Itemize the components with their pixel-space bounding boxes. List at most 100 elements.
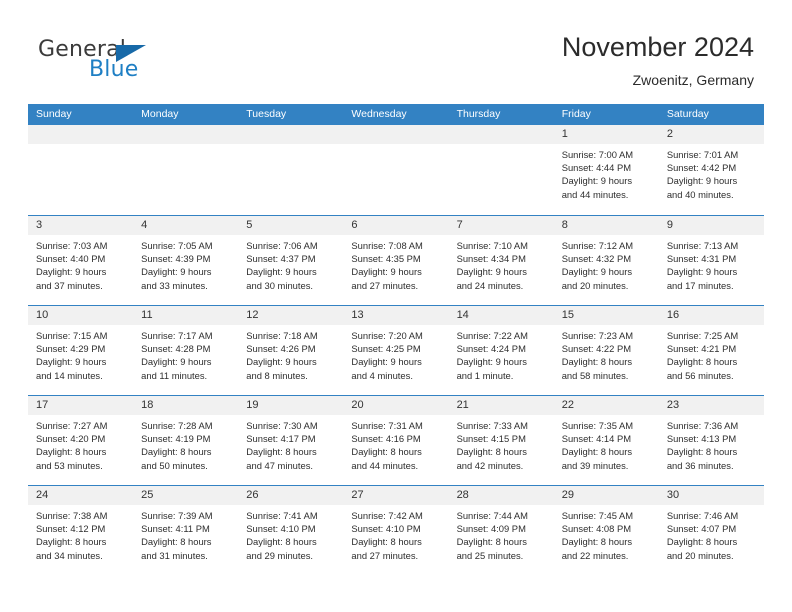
sunset-text: Sunset: 4:40 PM (36, 253, 106, 265)
sunrise-text: Sunrise: 7:23 AM (561, 330, 634, 341)
day-cell[interactable]: 21 Sunrise: 7:33 AM Sunset: 4:15 PM Dayligh… (448, 396, 554, 485)
day-detail-lines: Sunrise: 7:28 AM Sunset: 4:19 PM Daylight:… (133, 415, 238, 472)
daylight-text-cont: and 27 minutes. (351, 549, 419, 561)
daylight-text: Daylight: 8 hours (666, 446, 738, 458)
week-row: 10 Sunrise: 7:15 AM Sunset: 4:29 PM Dayligh… (28, 305, 764, 395)
brand-logo[interactable]: General Blue (38, 37, 258, 85)
weekday-header-tuesday: Tuesday (246, 108, 287, 120)
day-cell[interactable]: 26 Sunrise: 7:41 AM Sunset: 4:10 PM Dayligh… (238, 486, 344, 575)
day-detail-lines: Sunrise: 7:00 AM Sunset: 4:44 PM Daylight:… (554, 144, 659, 201)
day-cell[interactable]: 25 Sunrise: 7:39 AM Sunset: 4:11 PM Dayligh… (133, 486, 239, 575)
day-cell[interactable]: 10 Sunrise: 7:15 AM Sunset: 4:29 PM Dayligh… (28, 306, 134, 395)
day-detail-lines: Sunrise: 7:44 AM Sunset: 4:09 PM Daylight:… (449, 505, 554, 562)
sunset-text: Sunset: 4:35 PM (351, 253, 421, 265)
sunrise-text: Sunrise: 7:13 AM (666, 240, 739, 251)
daylight-text-cont: and 53 minutes. (36, 459, 103, 471)
daylight-text-cont: and 42 minutes. (456, 459, 524, 471)
day-cell[interactable]: 23 Sunrise: 7:36 AM Sunset: 4:13 PM Dayligh… (658, 396, 764, 485)
day-detail-lines: Sunrise: 7:23 AM Sunset: 4:22 PM Daylight:… (554, 325, 659, 382)
sunrise-text: Sunrise: 7:18 AM (246, 330, 318, 341)
day-cell[interactable]: 13 Sunrise: 7:20 AM Sunset: 4:25 PM Dayligh… (343, 306, 449, 395)
day-cell[interactable]: 1 Sunrise: 7:00 AM Sunset: 4:44 PM Daylight… (553, 125, 659, 215)
day-cell[interactable]: 22 Sunrise: 7:35 AM Sunset: 4:14 PM Dayligh… (553, 396, 659, 485)
day-detail-lines: Sunrise: 7:22 AM Sunset: 4:24 PM Daylight:… (449, 325, 554, 382)
day-cell-empty (133, 125, 239, 215)
daylight-text-cont: and 11 minutes. (141, 369, 208, 381)
day-cell[interactable]: 14 Sunrise: 7:22 AM Sunset: 4:24 PM Dayligh… (448, 306, 554, 395)
day-detail-lines: Sunrise: 7:25 AM Sunset: 4:21 PM Daylight:… (659, 325, 764, 382)
daylight-text: Daylight: 8 hours (456, 536, 527, 548)
sunrise-text: Sunrise: 7:05 AM (141, 240, 213, 251)
day-cell[interactable]: 27 Sunrise: 7:42 AM Sunset: 4:10 PM Dayligh… (343, 486, 449, 575)
day-detail-lines: Sunrise: 7:27 AM Sunset: 4:20 PM Daylight:… (28, 415, 133, 472)
day-number-strip: 26 (238, 486, 344, 505)
sunset-text: Sunset: 4:37 PM (246, 253, 316, 265)
daylight-text: Daylight: 8 hours (36, 446, 107, 458)
day-number: 20 (351, 399, 364, 411)
day-cell[interactable]: 17 Sunrise: 7:27 AM Sunset: 4:20 PM Dayligh… (28, 396, 134, 485)
day-cell[interactable]: 20 Sunrise: 7:31 AM Sunset: 4:16 PM Dayligh… (343, 396, 449, 485)
day-number-strip: 7 (448, 216, 554, 235)
daylight-text-cont: and 40 minutes. (666, 188, 734, 200)
daylight-text-cont: and 22 minutes. (561, 549, 629, 561)
sunset-text: Sunset: 4:17 PM (246, 433, 316, 445)
day-cell[interactable]: 24 Sunrise: 7:38 AM Sunset: 4:12 PM Dayligh… (28, 486, 134, 575)
day-cell[interactable]: 30 Sunrise: 7:46 AM Sunset: 4:07 PM Dayligh… (658, 486, 764, 575)
sunrise-text: Sunrise: 7:44 AM (456, 510, 528, 521)
day-number: 14 (456, 309, 469, 321)
sunset-text: Sunset: 4:11 PM (141, 523, 210, 535)
sunrise-text: Sunrise: 7:20 AM (351, 330, 423, 341)
sunrise-text: Sunrise: 7:27 AM (36, 420, 108, 431)
week-row: 24 Sunrise: 7:38 AM Sunset: 4:12 PM Dayligh… (28, 485, 764, 575)
day-number: 15 (561, 309, 574, 321)
weekday-header-sunday: Sunday (36, 108, 72, 120)
sunset-text: Sunset: 4:39 PM (141, 253, 211, 265)
day-cell[interactable]: 5 Sunrise: 7:06 AM Sunset: 4:37 PM Daylight… (238, 216, 344, 305)
day-detail-lines: Sunrise: 7:12 AM Sunset: 4:32 PM Daylight:… (554, 235, 659, 292)
weeks-container: 1 Sunrise: 7:00 AM Sunset: 4:44 PM Daylight… (28, 125, 764, 575)
day-detail-lines: Sunrise: 7:01 AM Sunset: 4:42 PM Daylight:… (659, 144, 764, 201)
day-cell[interactable]: 18 Sunrise: 7:28 AM Sunset: 4:19 PM Dayligh… (133, 396, 239, 485)
day-cell[interactable]: 7 Sunrise: 7:10 AM Sunset: 4:34 PM Daylight… (448, 216, 554, 305)
day-cell[interactable]: 3 Sunrise: 7:03 AM Sunset: 4:40 PM Daylight… (28, 216, 134, 305)
day-cell[interactable]: 2 Sunrise: 7:01 AM Sunset: 4:42 PM Daylight… (658, 125, 764, 215)
sunrise-text: Sunrise: 7:42 AM (351, 510, 423, 521)
sunrise-text: Sunrise: 7:28 AM (141, 420, 213, 431)
weekday-header-thursday: Thursday (456, 108, 501, 120)
daylight-text: Daylight: 8 hours (36, 536, 107, 548)
weekday-header-row: Sunday Monday Tuesday Wednesday Thursday Frid… (28, 104, 764, 125)
day-cell[interactable]: 12 Sunrise: 7:18 AM Sunset: 4:26 PM Dayligh… (238, 306, 344, 395)
day-cell[interactable]: 28 Sunrise: 7:44 AM Sunset: 4:09 PM Dayligh… (448, 486, 554, 575)
sunrise-text: Sunrise: 7:33 AM (456, 420, 528, 431)
day-number-strip (133, 125, 239, 144)
page-header: General Blue November 2024 Zwoenitz, Ger… (0, 0, 792, 104)
day-cell[interactable]: 15 Sunrise: 7:23 AM Sunset: 4:22 PM Dayligh… (553, 306, 659, 395)
daylight-text-cont: and 56 minutes. (666, 369, 734, 381)
daylight-text-cont: and 39 minutes. (561, 459, 629, 471)
day-number-strip: 12 (238, 306, 344, 325)
day-cell[interactable]: 6 Sunrise: 7:08 AM Sunset: 4:35 PM Daylight… (343, 216, 449, 305)
day-number-strip: 24 (28, 486, 134, 505)
day-cell[interactable]: 8 Sunrise: 7:12 AM Sunset: 4:32 PM Daylight… (553, 216, 659, 305)
sunset-text: Sunset: 4:29 PM (36, 343, 106, 355)
day-number-strip: 19 (238, 396, 344, 415)
sunset-text: Sunset: 4:15 PM (456, 433, 526, 445)
day-cell[interactable]: 19 Sunrise: 7:30 AM Sunset: 4:17 PM Dayligh… (238, 396, 344, 485)
day-detail-lines: Sunrise: 7:18 AM Sunset: 4:26 PM Daylight:… (238, 325, 343, 382)
brand-name-blue: Blue (89, 57, 139, 82)
sunset-text: Sunset: 4:07 PM (666, 523, 737, 535)
day-cell[interactable]: 9 Sunrise: 7:13 AM Sunset: 4:31 PM Daylight… (658, 216, 764, 305)
sunrise-text: Sunrise: 7:25 AM (666, 330, 739, 341)
day-number-strip (448, 125, 554, 144)
day-cell[interactable]: 4 Sunrise: 7:05 AM Sunset: 4:39 PM Daylight… (133, 216, 239, 305)
daylight-text-cont: and 37 minutes. (36, 279, 103, 291)
day-number-strip: 4 (133, 216, 239, 235)
daylight-text-cont: and 24 minutes. (456, 279, 524, 291)
day-number: 26 (246, 489, 259, 501)
day-cell[interactable]: 11 Sunrise: 7:17 AM Sunset: 4:28 PM Dayligh… (133, 306, 239, 395)
day-cell[interactable]: 29 Sunrise: 7:45 AM Sunset: 4:08 PM Dayligh… (553, 486, 659, 575)
day-number-strip: 1 (553, 125, 659, 144)
day-cell[interactable]: 16 Sunrise: 7:25 AM Sunset: 4:21 PM Dayligh… (658, 306, 764, 395)
daylight-text-cont: and 29 minutes. (246, 549, 313, 561)
day-number-strip: 5 (238, 216, 344, 235)
